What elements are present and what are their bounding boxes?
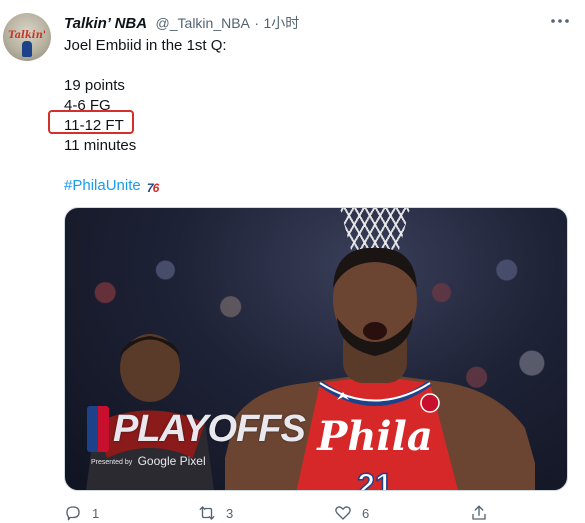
display-name[interactable]: Talkin’ NBA [64,15,147,32]
more-options-icon[interactable] [549,13,571,33]
tweet-media-image[interactable]: Phila 21 PLAYOFFS Presented by Google Pi… [64,207,568,491]
avatar-text: Talkin' [8,30,46,41]
retweet-count: 3 [226,505,234,521]
avatar[interactable]: Talkin' [3,13,51,61]
timestamp[interactable]: 1小时 [263,15,299,31]
like-icon [335,506,351,520]
jersey-text: Phila [316,413,432,460]
sixers-emoji-icon: 76 [147,178,160,198]
like-button[interactable]: 6 [334,503,369,523]
retweet-icon [199,506,215,520]
tweet-actions: 1 3 6 [64,503,494,523]
tweet-text-line: 11 minutes [64,137,137,154]
hashtag-link[interactable]: #PhilaUnite [64,177,141,194]
presented-by-label: Presented by [91,459,133,466]
tweet-header: Talkin’ NBA @_Talkin_NBA · 1小时 [64,13,299,33]
playoffs-overlay: PLAYOFFS Presented by Google Pixel [87,406,306,476]
like-count: 6 [362,505,370,521]
tweet-text-line: 19 points [64,77,125,94]
tweet-text-line: Joel Embiid in the 1st Q: [64,37,227,54]
share-button[interactable] [470,503,488,523]
reply-icon [66,506,80,521]
emoji-digit: 6 [152,181,160,195]
handle[interactable]: @_Talkin_NBA [156,15,250,31]
hashtag-line: #PhilaUnite 76 [64,176,160,198]
jersey-number: 21 [357,467,393,491]
playoffs-title: PLAYOFFS [113,408,306,450]
separator: · [254,15,260,31]
share-icon [472,505,486,520]
nba-logo-icon [87,406,109,452]
reply-count: 1 [92,505,100,521]
reply-button[interactable]: 1 [64,503,99,523]
sponsor-name: Google Pixel [137,454,206,468]
presented-by: Presented by Google Pixel [91,454,206,468]
highlight-annotation-box [48,110,134,134]
retweet-button[interactable]: 3 [198,503,233,523]
avatar-figure [22,41,32,57]
